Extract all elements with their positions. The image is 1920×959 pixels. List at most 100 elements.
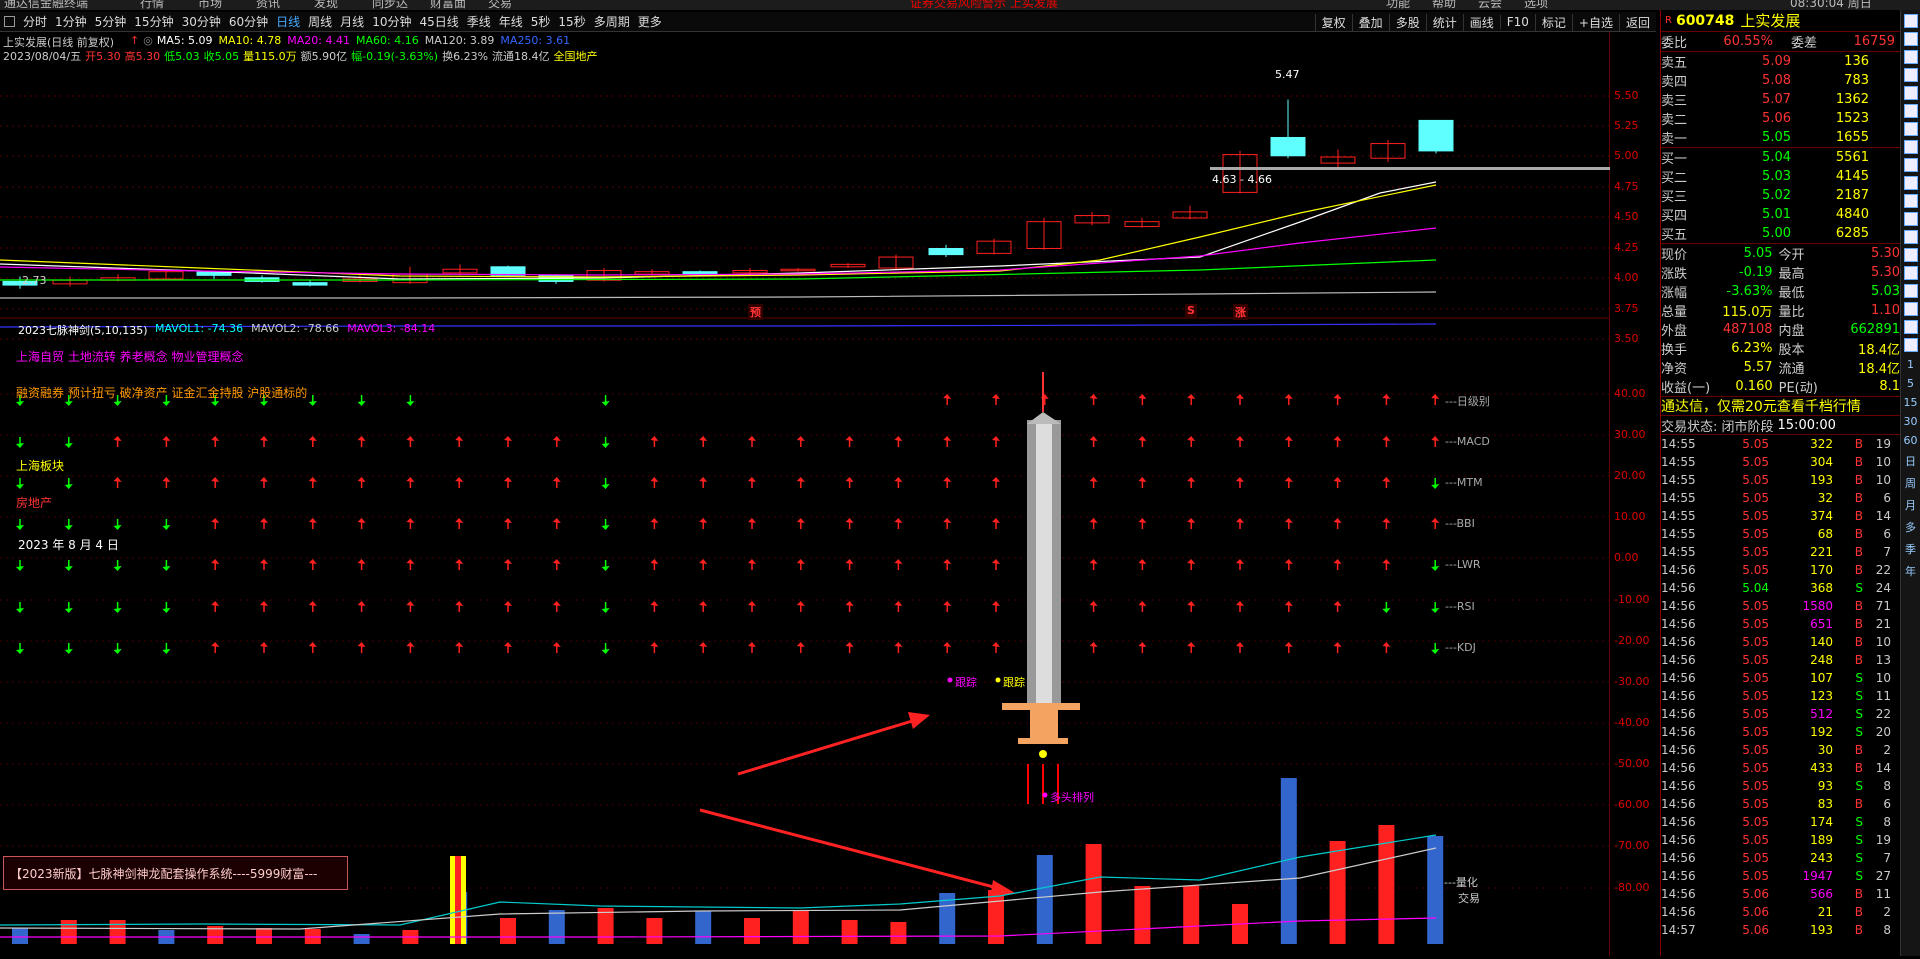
menu-item-right[interactable]: 帮助 [1432, 0, 1456, 10]
tick-cell: 8 [1883, 815, 1891, 829]
menu-item-right[interactable]: 选项 [1524, 0, 1548, 10]
calendar-icon[interactable] [1904, 104, 1918, 118]
toolbar-button[interactable]: F10 [1499, 15, 1535, 29]
period-shortcut[interactable]: 5 [1901, 377, 1920, 390]
menu-item[interactable]: 同步达 [372, 0, 408, 10]
folder-icon[interactable] [1904, 140, 1918, 154]
sells-level[interactable]: 卖五 5.09 136 [1661, 52, 1900, 71]
period-tab[interactable]: 60分钟 [225, 13, 272, 30]
menu-square-icon[interactable] [4, 16, 15, 27]
layout-icon[interactable] [1904, 212, 1918, 226]
promo-ad[interactable]: 通达信，仅需20元查看千档行情 [1661, 396, 1900, 415]
period-shortcut[interactable]: 60 [1901, 434, 1920, 447]
period-tab[interactable]: 日线 [272, 13, 304, 30]
toolbar-button[interactable]: 统计 [1425, 13, 1463, 31]
signal-arrowhead [552, 436, 561, 441]
chart-icon[interactable] [1904, 32, 1918, 46]
signal-row-label: ---LWR [1445, 558, 1481, 571]
move-icon[interactable] [1904, 320, 1918, 334]
period-tab[interactable]: 多周期 [590, 13, 634, 30]
quote-panel: R 600748 上实发展 委比 60.55% 委差 16759 卖五 5.09 1… [1660, 10, 1900, 956]
period-tab[interactable]: 更多 [634, 13, 666, 30]
toolbar-button[interactable]: 返回 [1618, 13, 1656, 31]
period-shortcut[interactable]: 日 [1901, 453, 1920, 469]
period-tab[interactable]: 年线 [495, 13, 527, 30]
period-tab[interactable]: 季线 [463, 13, 495, 30]
period-shortcut[interactable]: 周 [1901, 475, 1920, 491]
signal-arrowhead [113, 477, 122, 482]
menu-item[interactable]: 市场 [198, 0, 222, 10]
star-icon[interactable] [1904, 194, 1918, 208]
pen-icon[interactable] [1904, 338, 1918, 352]
vol-icon[interactable] [1904, 302, 1918, 316]
period-tab[interactable]: 5分钟 [91, 13, 131, 30]
sword-point [1027, 412, 1061, 424]
grid-icon[interactable] [1904, 14, 1918, 28]
buys-level[interactable]: 买四 5.01 4840 [1661, 205, 1900, 224]
bar-icon[interactable] [1904, 266, 1918, 280]
menu-item[interactable]: 交易 [488, 0, 512, 10]
period-tab[interactable]: 周线 [304, 13, 336, 30]
signal-arrowhead [796, 436, 805, 441]
period-tab[interactable]: 1分钟 [51, 13, 91, 30]
toolbar-button[interactable]: 复权 [1314, 13, 1352, 31]
period-tab[interactable]: 5秒 [527, 13, 555, 30]
period-tab[interactable]: 15分钟 [130, 13, 177, 30]
period-shortcut[interactable]: 季 [1901, 541, 1920, 557]
toolbar-button[interactable]: 画线 [1462, 13, 1500, 31]
promo-banner[interactable]: 【2023新版】七脉神剑神龙配套操作系统----5999财富--- [3, 856, 348, 890]
sword-pommel [1018, 738, 1068, 744]
kline-chart-area[interactable]: 上实发展(日线 前复权) ↑ ◎ MA5: 5.09 MA10: 4.78 MA20: … [0, 32, 1610, 956]
signal-arrowhead [1138, 436, 1147, 441]
stats-icon[interactable] [1904, 248, 1918, 262]
buys-level[interactable]: 买一 5.04 5561 [1661, 148, 1900, 167]
level-volume: 1523 [1835, 111, 1869, 126]
toolbar-button[interactable]: +自选 [1571, 13, 1619, 31]
signal-arrowhead [1089, 642, 1098, 647]
period-shortcut[interactable]: 1 [1901, 358, 1920, 371]
menu-item[interactable]: 行情 [140, 0, 164, 10]
sells-level[interactable]: 卖二 5.06 1523 [1661, 109, 1900, 128]
menu-item[interactable]: 发现 [314, 0, 338, 10]
tick-cell: 123 [1810, 689, 1833, 703]
tick-cell: 6 [1883, 527, 1891, 541]
menu-item-right[interactable]: 云会 [1478, 0, 1502, 10]
period-tab[interactable]: 30分钟 [178, 13, 225, 30]
menu-item-right[interactable]: 功能 [1386, 0, 1410, 10]
toolbar-button[interactable]: 多股 [1388, 13, 1426, 31]
rsi-icon[interactable] [1904, 284, 1918, 298]
news-icon[interactable] [1904, 122, 1918, 136]
period-tab[interactable]: 月线 [336, 13, 368, 30]
period-shortcut[interactable]: 年 [1901, 563, 1920, 579]
period-tab[interactable]: 10分钟 [368, 13, 415, 30]
period-shortcut[interactable]: 15 [1901, 396, 1920, 409]
sells-level[interactable]: 卖三 5.07 1362 [1661, 90, 1900, 109]
period-shortcut[interactable]: 月 [1901, 497, 1920, 513]
sells-level[interactable]: 卖一 5.05 1655 [1661, 128, 1900, 147]
buys-level[interactable]: 买二 5.03 4145 [1661, 167, 1900, 186]
signal-arrowhead [406, 559, 415, 564]
pie-icon[interactable] [1904, 86, 1918, 100]
period-tab[interactable]: 分时 [19, 13, 51, 30]
toolbar-button[interactable]: 叠加 [1351, 13, 1389, 31]
f10-icon[interactable] [1904, 176, 1918, 190]
sells-level[interactable]: 卖四 5.08 783 [1661, 71, 1900, 90]
period-shortcut[interactable]: 多 [1901, 519, 1920, 535]
signal-arrowhead [748, 559, 756, 564]
buys-level[interactable]: 买五 5.00 6285 [1661, 224, 1900, 243]
doc-icon[interactable] [1904, 158, 1918, 172]
period-tab[interactable]: 45日线 [415, 13, 462, 30]
period-shortcut[interactable]: 30 [1901, 415, 1920, 428]
tick-list[interactable]: 14:55 5.05 322 B 19 14:55 5.05 304 B 10 14:55 5.05 1… [1661, 434, 1900, 939]
level-label: 买二 [1661, 171, 1688, 186]
menu-item[interactable]: 资讯 [256, 0, 280, 10]
period-tab[interactable]: 15秒 [554, 13, 589, 30]
menu-item[interactable]: 财富面 [430, 0, 466, 10]
table-icon[interactable] [1904, 68, 1918, 82]
signal-arrowhead [1284, 559, 1293, 564]
settings-icon[interactable]: ◎ [143, 34, 153, 47]
buys-level[interactable]: 买三 5.02 2187 [1661, 186, 1900, 205]
toolbar-button[interactable]: 标记 [1534, 13, 1572, 31]
list-icon[interactable] [1904, 50, 1918, 64]
window-icon[interactable] [1904, 230, 1918, 244]
